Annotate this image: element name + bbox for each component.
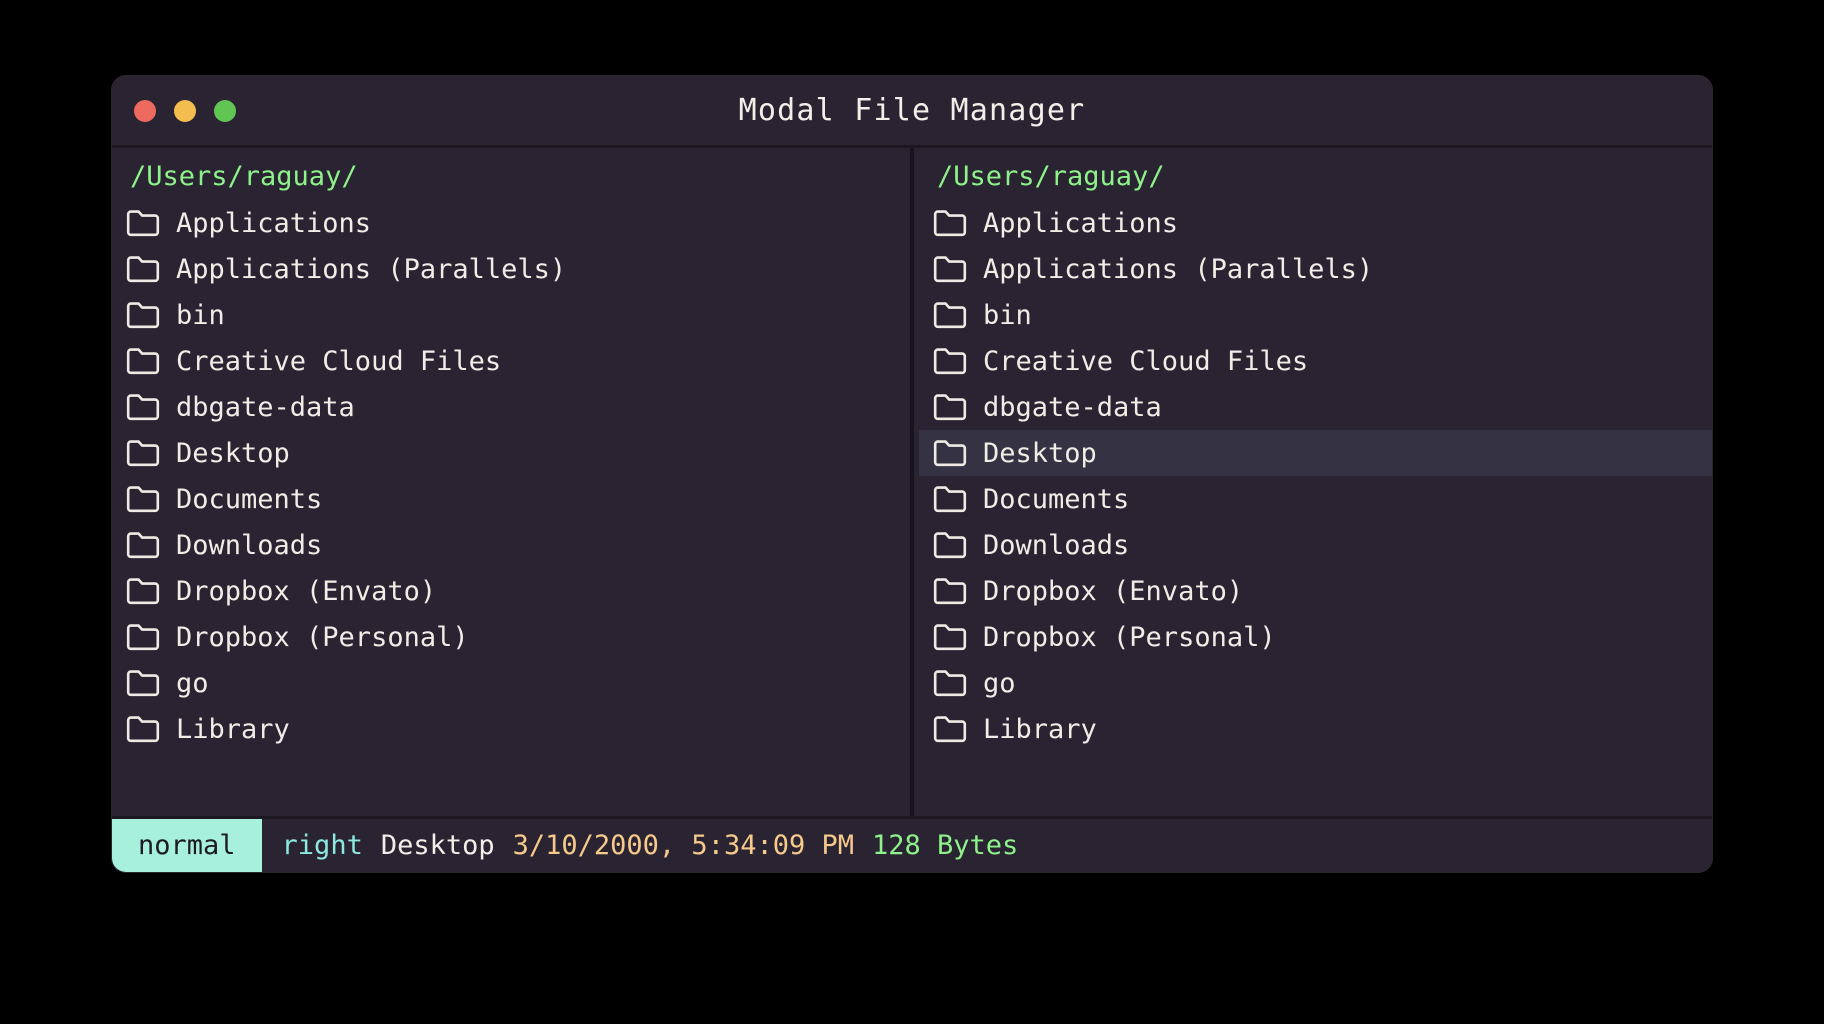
traffic-light-controls	[134, 76, 236, 145]
file-row[interactable]: go	[919, 660, 1712, 706]
folder-icon	[126, 670, 160, 697]
file-manager-window: Modal File Manager /Users/raguay/ Applic…	[112, 76, 1712, 872]
file-row[interactable]: Dropbox (Personal)	[112, 614, 905, 660]
file-row-label: Dropbox (Personal)	[176, 621, 469, 653]
file-row-label: Documents	[176, 483, 323, 515]
left-pane[interactable]: /Users/raguay/ Applications Applications …	[112, 148, 905, 816]
file-row[interactable]: bin	[919, 292, 1712, 338]
file-row-label: Desktop	[983, 437, 1097, 469]
file-row[interactable]: Applications	[919, 200, 1712, 246]
window-title: Modal File Manager	[738, 93, 1086, 128]
folder-icon	[933, 578, 967, 605]
file-row[interactable]: bin	[112, 292, 905, 338]
file-row-label: Creative Cloud Files	[176, 345, 502, 377]
file-row-label: dbgate-data	[176, 391, 355, 423]
file-row[interactable]: Library	[112, 706, 905, 752]
window-titlebar: Modal File Manager	[112, 76, 1712, 148]
file-row[interactable]: Dropbox (Personal)	[919, 614, 1712, 660]
file-row[interactable]: Creative Cloud Files	[919, 338, 1712, 384]
file-row-label: Downloads	[983, 529, 1130, 561]
file-row[interactable]: Dropbox (Envato)	[919, 568, 1712, 614]
maximize-window-icon[interactable]	[214, 99, 236, 122]
file-row[interactable]: dbgate-data	[919, 384, 1712, 430]
file-row-label: Applications (Parallels)	[176, 253, 567, 285]
status-active-pane: right	[281, 830, 363, 861]
file-row[interactable]: Dropbox (Envato)	[112, 568, 905, 614]
file-row-label: Creative Cloud Files	[983, 345, 1309, 377]
status-bar: normal right Desktop 3/10/2000, 5:34:09 …	[112, 816, 1712, 872]
folder-icon	[933, 210, 967, 237]
folder-icon	[933, 716, 967, 743]
folder-icon	[126, 394, 160, 421]
file-row-label: Dropbox (Envato)	[983, 575, 1244, 607]
status-fields: right Desktop 3/10/2000, 5:34:09 PM 128 …	[262, 819, 1712, 872]
file-row[interactable]: Documents	[919, 476, 1712, 522]
folder-icon	[126, 348, 160, 375]
left-pane-path: /Users/raguay/	[130, 161, 358, 192]
file-row[interactable]: dbgate-data	[112, 384, 905, 430]
folder-icon	[933, 670, 967, 697]
file-row-label: Documents	[983, 483, 1130, 515]
file-row[interactable]: go	[112, 660, 905, 706]
folder-icon	[933, 486, 967, 513]
minimize-window-icon[interactable]	[174, 99, 196, 122]
left-pane-file-list: Applications Applications (Parallels) bin C…	[112, 200, 905, 752]
file-row-label: bin	[983, 299, 1032, 331]
folder-icon	[126, 624, 160, 651]
file-row-label: Dropbox (Personal)	[983, 621, 1276, 653]
file-row[interactable]: Applications	[112, 200, 905, 246]
file-row-label: Downloads	[176, 529, 323, 561]
file-row-label: go	[983, 667, 1016, 699]
folder-icon	[933, 256, 967, 283]
folder-icon	[126, 256, 160, 283]
file-row[interactable]: Creative Cloud Files	[112, 338, 905, 384]
file-row[interactable]: Downloads	[919, 522, 1712, 568]
right-pane[interactable]: /Users/raguay/ Applications Applications …	[919, 148, 1712, 816]
folder-icon	[933, 348, 967, 375]
file-row-label: Dropbox (Envato)	[176, 575, 437, 607]
file-row-label: Applications	[983, 207, 1179, 239]
file-row-label: bin	[176, 299, 225, 331]
folder-icon	[126, 578, 160, 605]
folder-icon	[933, 624, 967, 651]
file-row[interactable]: Desktop	[919, 430, 1712, 476]
folder-icon	[933, 532, 967, 559]
file-row[interactable]: Downloads	[112, 522, 905, 568]
folder-icon	[126, 532, 160, 559]
file-row-label: go	[176, 667, 209, 699]
folder-icon	[933, 394, 967, 421]
file-row-label: Library	[176, 713, 290, 745]
close-window-icon[interactable]	[134, 99, 156, 122]
mode-badge: normal	[112, 819, 262, 872]
file-row-label: Desktop	[176, 437, 290, 469]
file-row-label: Applications (Parallels)	[983, 253, 1374, 285]
status-file-size: 128 Bytes	[872, 830, 1019, 861]
folder-icon	[933, 302, 967, 329]
folder-icon	[126, 210, 160, 237]
file-row-label: dbgate-data	[983, 391, 1162, 423]
right-pane-path: /Users/raguay/	[937, 161, 1165, 192]
right-pane-file-list: Applications Applications (Parallels) bin C…	[919, 200, 1712, 752]
file-row[interactable]: Documents	[112, 476, 905, 522]
file-row[interactable]: Applications (Parallels)	[112, 246, 905, 292]
file-row-label: Library	[983, 713, 1097, 745]
folder-icon	[126, 486, 160, 513]
file-row[interactable]: Desktop	[112, 430, 905, 476]
file-row[interactable]: Library	[919, 706, 1712, 752]
status-modified-date: 3/10/2000, 5:34:09 PM	[512, 830, 854, 861]
file-row[interactable]: Applications (Parallels)	[919, 246, 1712, 292]
desktop-background: Modal File Manager /Users/raguay/ Applic…	[0, 0, 1824, 1024]
folder-icon	[126, 440, 160, 467]
status-selected-name: Desktop	[380, 830, 495, 861]
folder-icon	[126, 302, 160, 329]
dual-pane-area: /Users/raguay/ Applications Applications …	[112, 148, 1712, 816]
file-row-label: Applications	[176, 207, 372, 239]
folder-icon	[126, 716, 160, 743]
folder-icon	[933, 440, 967, 467]
pane-divider[interactable]	[905, 148, 919, 816]
